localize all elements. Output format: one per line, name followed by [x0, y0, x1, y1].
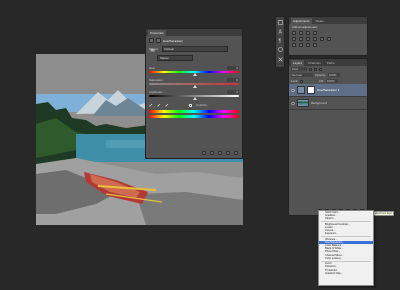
properties-header: Hue/Saturation	[146, 36, 242, 45]
kind-filter-dropdown[interactable]: Kind	[291, 67, 307, 71]
invert-icon[interactable]	[292, 43, 296, 47]
mask-icon[interactable]	[156, 38, 161, 43]
input-hue-bar	[149, 110, 239, 113]
layer-row[interactable]: Background	[289, 97, 367, 110]
blend-mode-dropdown[interactable]: Normal	[291, 73, 313, 77]
adjustments-tabbar: Adjustments Styles	[289, 17, 367, 24]
eyedropper-icon[interactable]	[149, 103, 153, 107]
eyedropper-row: Colorize	[146, 100, 242, 107]
vibrance-icon[interactable]	[292, 37, 296, 41]
color-balance-icon[interactable]	[306, 37, 310, 41]
layer-name[interactable]: Hue/Saturation 1	[317, 88, 340, 92]
filter-pixel-icon[interactable]	[309, 67, 312, 71]
tab-paths[interactable]: Paths	[325, 60, 337, 66]
properties-panel: Properties Hue/Saturation Preset: Defaul…	[145, 28, 243, 159]
filter-adjust-icon[interactable]	[314, 67, 317, 71]
adjustment-layer-icon	[149, 38, 154, 43]
layers-panel: Layers Channels Paths Kind Normal Opacit…	[288, 58, 368, 216]
mask-thumbnail[interactable]	[307, 86, 315, 94]
lightness-value[interactable]: 0	[227, 90, 239, 94]
eye-icon[interactable]	[290, 88, 296, 92]
character-icon[interactable]: A	[278, 29, 283, 36]
adjustments-panel: Adjustments Styles Add an adjustment	[288, 16, 368, 56]
adjustment-thumbnail	[297, 86, 305, 94]
layer-name[interactable]: Background	[311, 101, 327, 105]
tab-styles[interactable]: Styles	[314, 18, 326, 24]
lightness-label: Lightness:	[149, 90, 163, 94]
reset-icon[interactable]	[218, 151, 222, 155]
photo-filter-icon[interactable]	[320, 37, 324, 41]
properties-tabbar: Properties	[146, 29, 242, 36]
menu-item[interactable]: Color Lookup...	[319, 257, 373, 260]
panel-tool-strip: A ¶	[275, 16, 285, 68]
filter-type-icon[interactable]	[319, 67, 322, 71]
hue-saturation-icon[interactable]	[299, 37, 303, 41]
svg-text:¶: ¶	[279, 39, 282, 44]
saturation-label: Saturation:	[149, 78, 164, 82]
tools-icon[interactable]	[278, 57, 283, 62]
lock-icon[interactable]	[300, 79, 304, 83]
opacity-label: Opacity:	[315, 73, 327, 77]
view-previous-icon[interactable]	[210, 151, 214, 155]
menu-item[interactable]: Pattern...	[319, 217, 373, 220]
saturation-row: Saturation: 0	[146, 76, 242, 82]
black-white-icon[interactable]	[313, 37, 317, 41]
adjustments-icon-row-3	[289, 42, 367, 48]
eyedropper-minus-icon[interactable]	[165, 103, 169, 107]
exposure-icon[interactable]	[313, 31, 317, 35]
eye-icon[interactable]	[290, 101, 296, 105]
visibility-icon[interactable]	[226, 151, 230, 155]
colorize-label: Colorize	[196, 103, 208, 107]
hue-value[interactable]: 0	[227, 66, 239, 70]
colorize-checkbox[interactable]	[189, 103, 192, 107]
tab-adjustments[interactable]: Adjustments	[291, 17, 312, 24]
curves-icon[interactable]	[306, 31, 310, 35]
saturation-value[interactable]: 0	[227, 78, 239, 82]
levels-icon[interactable]	[299, 31, 303, 35]
tab-layers[interactable]: Layers	[291, 59, 305, 66]
layer-row[interactable]: Hue/Saturation 1	[289, 84, 367, 97]
preset-dropdown[interactable]: Default	[161, 46, 228, 52]
fill-input[interactable]: 100%	[325, 79, 338, 83]
clip-to-layer-icon[interactable]	[202, 151, 206, 155]
brush-preset-icon[interactable]	[278, 47, 283, 52]
threshold-icon[interactable]	[306, 43, 310, 47]
trash-icon[interactable]	[234, 151, 238, 155]
output-hue-bar	[149, 115, 239, 118]
brightness-icon[interactable]	[292, 31, 296, 35]
properties-title: Hue/Saturation	[163, 38, 184, 43]
history-icon[interactable]	[278, 20, 283, 25]
adjustment-layer-menu: Solid Color... Gradient... Pattern... Brigh…	[318, 210, 374, 286]
hue-label: Hue:	[149, 66, 156, 70]
fill-label: Fill:	[319, 79, 324, 83]
svg-text:A: A	[279, 30, 283, 35]
menu-item[interactable]: Gradient Map...	[319, 272, 373, 275]
layers-tabbar: Layers Channels Paths	[289, 59, 367, 66]
channel-dropdown[interactable]: Master	[157, 55, 193, 61]
channel-mixer-icon[interactable]	[327, 37, 331, 41]
preset-row: Preset: Default	[146, 45, 242, 53]
opacity-input[interactable]: 100%	[328, 73, 341, 77]
paragraph-icon[interactable]: ¶	[278, 38, 283, 45]
channel-row: Master	[146, 48, 242, 63]
menu-item[interactable]: Exposure...	[319, 232, 373, 235]
tab-channels[interactable]: Channels	[306, 60, 323, 66]
posterize-icon[interactable]	[299, 43, 303, 47]
hand-icon[interactable]	[150, 48, 155, 52]
properties-footer	[146, 151, 242, 155]
hue-row: Hue: 0	[146, 63, 242, 70]
tab-properties[interactable]: Properties	[148, 29, 166, 36]
lightness-row: Lightness: 0	[146, 88, 242, 94]
background-thumbnail	[297, 99, 309, 107]
gradient-map-icon[interactable]	[313, 43, 317, 47]
eyedropper-plus-icon[interactable]	[157, 103, 161, 107]
lock-label: Lock:	[291, 79, 299, 83]
